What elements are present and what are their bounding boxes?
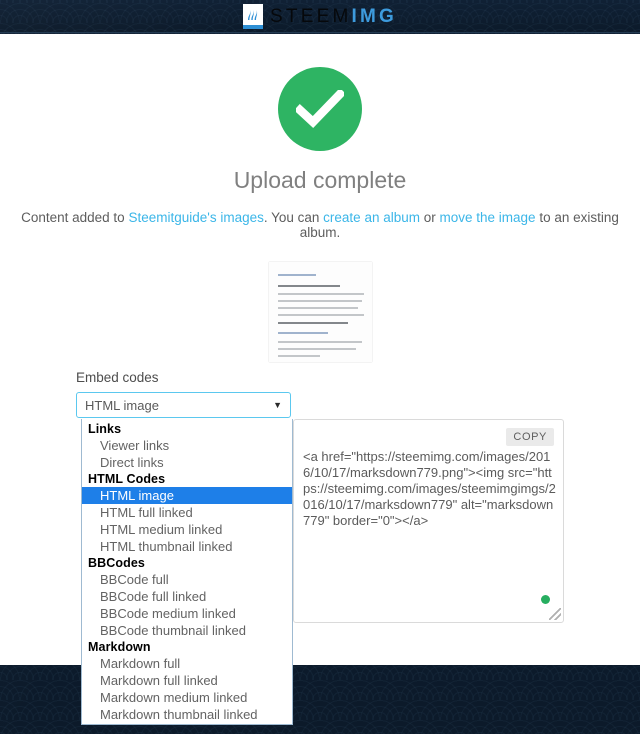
option-bbcode-medium-linked[interactable]: BBCode medium linked: [82, 605, 292, 622]
optgroup-label-markdown: Markdown: [88, 640, 151, 654]
option-markdown-medium-linked[interactable]: Markdown medium linked: [82, 689, 292, 706]
option-viewer-links[interactable]: Viewer links: [82, 437, 292, 454]
embed-codes-section: Embed codes HTML image ▼ COPY <a href="h…: [76, 370, 564, 725]
copy-button[interactable]: COPY: [506, 428, 554, 446]
site-header: STEEMIMG: [0, 0, 640, 33]
option-html-full-linked[interactable]: HTML full linked: [82, 504, 292, 521]
option-html-thumbnail-linked[interactable]: HTML thumbnail linked: [82, 538, 292, 555]
embed-format-select[interactable]: HTML image ▼: [76, 392, 291, 418]
option-direct-links[interactable]: Direct links: [82, 454, 292, 471]
page-title: Upload complete: [233, 167, 407, 193]
embed-format-selected-value: HTML image: [85, 397, 159, 413]
option-markdown-full[interactable]: Markdown full: [82, 655, 292, 672]
image-preview-section: [0, 262, 640, 367]
brand-secondary-text: IMG: [351, 6, 397, 27]
description-text-3: or: [419, 210, 440, 225]
option-markdown-full-linked[interactable]: Markdown full linked: [82, 672, 292, 689]
option-markdown-thumbnail-linked[interactable]: Markdown thumbnail linked: [82, 706, 292, 723]
textarea-resize-handle[interactable]: [549, 608, 561, 620]
upload-status-section: [0, 34, 640, 151]
optgroup-label-bbcodes: BBCodes: [88, 556, 145, 570]
album-link[interactable]: Steemitguide's images: [128, 210, 263, 225]
option-bbcode-full-linked[interactable]: BBCode full linked: [82, 588, 292, 605]
upload-description: Content added to Steemitguide's images. …: [0, 210, 640, 240]
move-image-link[interactable]: move the image: [440, 210, 536, 225]
site-logo[interactable]: STEEMIMG: [0, 0, 640, 32]
copy-status-indicator: [541, 595, 550, 604]
embed-format-option-list[interactable]: Links Viewer links Direct links HTML Cod…: [81, 419, 293, 725]
steem-waves-logo-icon: [243, 4, 264, 29]
embed-codes-label: Embed codes: [76, 370, 159, 385]
option-bbcode-full[interactable]: BBCode full: [82, 571, 292, 588]
optgroup-label-html-codes: HTML Codes: [88, 472, 166, 486]
option-bbcode-thumbnail-linked[interactable]: BBCode thumbnail linked: [82, 622, 292, 639]
brand-wordmark: STEEMIMG: [270, 7, 397, 26]
brand-primary-text: STEEM: [270, 6, 352, 27]
chevron-down-icon: ▼: [273, 399, 282, 410]
optgroup-label-links: Links: [88, 422, 122, 436]
check-circle-icon: [278, 67, 362, 151]
uploaded-image-thumbnail[interactable]: [268, 262, 372, 362]
create-album-link[interactable]: create an album: [323, 210, 420, 225]
description-text-2: . You can: [263, 210, 324, 225]
embed-format-row: HTML image ▼ COPY <a href="https://steem…: [76, 392, 564, 725]
main-content: Upload complete Content added to Steemit…: [0, 34, 640, 725]
option-html-image[interactable]: HTML image: [82, 487, 292, 504]
embed-code-box[interactable]: COPY <a href="https://steemimg.com/image…: [293, 419, 564, 623]
description-text-1: Content added to: [21, 210, 129, 225]
option-html-medium-linked[interactable]: HTML medium linked: [82, 521, 292, 538]
embed-code-text[interactable]: <a href="https://steemimg.com/images/201…: [303, 449, 557, 529]
